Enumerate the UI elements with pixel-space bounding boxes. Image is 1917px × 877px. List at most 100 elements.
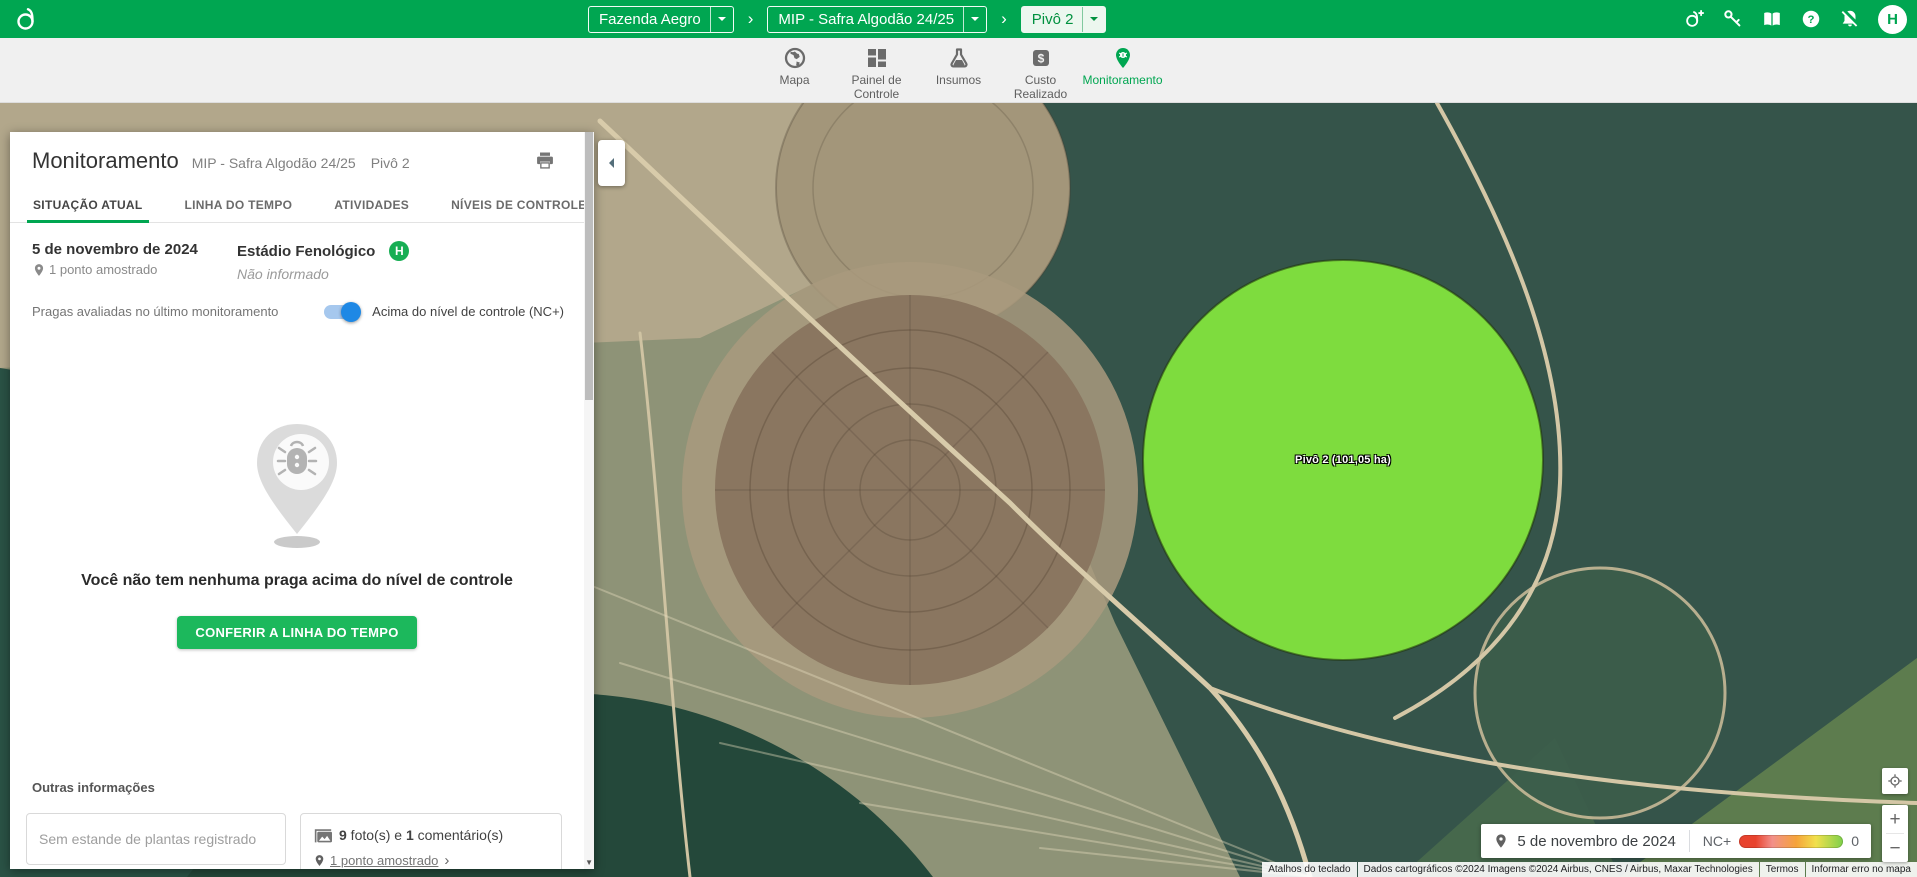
panel-collapse-button[interactable] <box>598 140 625 186</box>
chevron-down-icon <box>963 7 986 32</box>
nc-gradient-scale <box>1739 835 1843 848</box>
stage-value: Não informado <box>237 266 409 282</box>
photos-card[interactable]: 9 foto(s) e 1 comentário(s) 1 ponto amos… <box>300 813 562 869</box>
nav-label: Insumos <box>936 74 981 88</box>
chevron-right-icon: › <box>444 852 449 869</box>
print-button[interactable] <box>534 150 556 172</box>
svg-text:?: ? <box>1808 14 1815 26</box>
other-info-heading: Outras informações <box>32 780 155 795</box>
plant-stand-field[interactable]: Sem estande de plantas registrado <box>26 813 286 865</box>
farm-selector-label: Fazenda Aegro <box>599 11 701 28</box>
divider <box>1689 830 1690 852</box>
geolocate-button[interactable] <box>1882 768 1908 794</box>
nav-label: Custo Realizado <box>1000 74 1082 102</box>
report-map-error-link[interactable]: Informar erro no mapa <box>1806 862 1917 877</box>
field-selector-label: Pivô 2 <box>1032 11 1074 28</box>
stage-label: Estádio Fenológico <box>237 243 375 260</box>
nav-item-custo-realizado[interactable]: $ Custo Realizado <box>1000 38 1082 102</box>
map-date-legend: 5 de novembro de 2024 NC+ 0 <box>1481 824 1871 858</box>
key-icon <box>1722 8 1744 30</box>
dashboard-icon <box>865 46 889 70</box>
pest-filter-row: Pragas avaliadas no último monitoramento… <box>10 304 594 319</box>
nav-label: Monitoramento <box>1082 74 1162 88</box>
globe-icon <box>783 46 807 70</box>
photos-count: 9 <box>339 827 347 843</box>
nc-toggle-label: Acima do nível de controle (NC+) <box>372 304 564 319</box>
map-date: 5 de novembro de 2024 <box>1517 833 1675 850</box>
nav-item-mapa[interactable]: Mapa <box>754 38 836 102</box>
check-timeline-button[interactable]: CONFERIR A LINHA DO TEMPO <box>177 616 416 649</box>
plant-stand-placeholder: Sem estande de plantas registrado <box>39 831 256 847</box>
pest-filter-label: Pragas avaliadas no último monitoramento <box>32 304 278 319</box>
nc-toggle[interactable] <box>324 305 358 319</box>
knowledge-base-button[interactable] <box>1761 8 1783 30</box>
module-toolbar: Mapa Painel de Controle Insumos $ Custo … <box>0 38 1917 103</box>
help-button[interactable]: ? <box>1800 8 1822 30</box>
photos-end: comentário(s) <box>414 827 503 843</box>
chevron-left-icon <box>604 158 614 168</box>
nc-scale-label: NC+ <box>1703 833 1731 849</box>
map-credits: Dados cartográficos ©2024 Imagens ©2024 … <box>1358 862 1759 877</box>
tab-atividades[interactable]: ATIVIDADES <box>328 188 415 222</box>
nav-item-insumos[interactable]: Insumos <box>918 38 1000 102</box>
nc-scale-value: 0 <box>1851 833 1859 849</box>
top-bar: Fazenda Aegro › MIP - Safra Algodão 24/2… <box>0 0 1917 38</box>
keyboard-shortcuts-link[interactable]: Atalhos do teclado <box>1262 862 1356 877</box>
chevron-down-icon <box>1082 7 1105 32</box>
map-zoom-controls: + − <box>1882 805 1908 862</box>
breadcrumb-chevron: › <box>1001 9 1007 29</box>
nav-label: Painel de Controle <box>836 74 918 102</box>
empty-state-message: Você não tem nenhuma praga acima do níve… <box>81 572 513 590</box>
help-icon: ? <box>1800 8 1822 30</box>
panel-scrollbar[interactable]: ▼ <box>584 132 594 869</box>
person-add-icon <box>1683 8 1705 30</box>
nav-item-painel-de-controle[interactable]: Painel de Controle <box>836 38 918 102</box>
tab-situacao-atual[interactable]: SITUAÇÃO ATUAL <box>27 188 149 222</box>
terms-link[interactable]: Termos <box>1760 862 1805 877</box>
money-icon: $ <box>1029 46 1053 70</box>
pin-icon <box>32 263 46 277</box>
panel-header: Monitoramento MIP - Safra Algodão 24/25 … <box>10 132 594 174</box>
zoom-out-button[interactable]: − <box>1882 834 1908 862</box>
scrollbar-thumb[interactable] <box>585 132 593 400</box>
target-icon <box>1887 773 1903 789</box>
panel-tabs: SITUAÇÃO ATUAL LINHA DO TEMPO ATIVIDADES… <box>10 188 594 223</box>
integrations-button[interactable] <box>1722 8 1744 30</box>
nc-toggle-wrap: Acima do nível de controle (NC+) <box>324 304 564 319</box>
farm-selector[interactable]: Fazenda Aegro <box>588 6 734 33</box>
nav-item-monitoramento[interactable]: Monitoramento <box>1082 38 1164 102</box>
summary-stage-column: Estádio Fenológico H Não informado <box>237 241 409 282</box>
svg-text:$: $ <box>1037 52 1044 66</box>
monitoring-summary: 5 de novembro de 2024 1 ponto amostrado … <box>10 223 594 282</box>
sampled-points: 1 ponto amostrado <box>32 262 237 277</box>
photo-icon <box>313 826 333 844</box>
zoom-in-button[interactable]: + <box>1882 805 1908 833</box>
flask-icon <box>947 46 971 70</box>
selected-field-label[interactable]: Pivô 2 (101,05 ha) <box>1295 454 1391 466</box>
aegro-logo[interactable] <box>14 6 40 32</box>
top-bar-actions: ? H <box>1683 0 1907 38</box>
sampled-point-link[interactable]: 1 ponto amostrado › <box>313 852 549 869</box>
tab-linha-do-tempo[interactable]: LINHA DO TEMPO <box>179 188 299 222</box>
summary-date-column: 5 de novembro de 2024 1 ponto amostrado <box>32 241 237 282</box>
pin-icon <box>313 854 326 867</box>
printer-icon <box>535 150 555 170</box>
bell-off-icon <box>1839 8 1861 30</box>
stage-help-badge[interactable]: H <box>389 241 409 261</box>
map-attribution: Atalhos do teclado Dados cartográficos ©… <box>1261 862 1917 877</box>
scroll-down-arrow[interactable]: ▼ <box>585 858 593 867</box>
empty-state: Você não tem nenhuma praga acima do níve… <box>10 420 584 649</box>
user-avatar[interactable]: H <box>1878 5 1907 34</box>
nav-label: Mapa <box>779 74 809 88</box>
notifications-muted-button[interactable] <box>1839 8 1861 30</box>
season-selector-label: MIP - Safra Algodão 24/25 <box>778 11 954 28</box>
pin-bug-illustration <box>239 420 355 552</box>
invite-user-button[interactable] <box>1683 8 1705 30</box>
tab-niveis-de-controle[interactable]: NÍVEIS DE CONTROLE (NC) <box>445 188 594 222</box>
season-selector[interactable]: MIP - Safra Algodão 24/25 <box>767 6 987 33</box>
comments-count: 1 <box>406 827 414 843</box>
stage-line: Estádio Fenológico H <box>237 241 409 261</box>
field-selector[interactable]: Pivô 2 <box>1021 6 1107 33</box>
sampled-points-label: 1 ponto amostrado <box>49 262 157 277</box>
toggle-knob <box>341 302 361 322</box>
